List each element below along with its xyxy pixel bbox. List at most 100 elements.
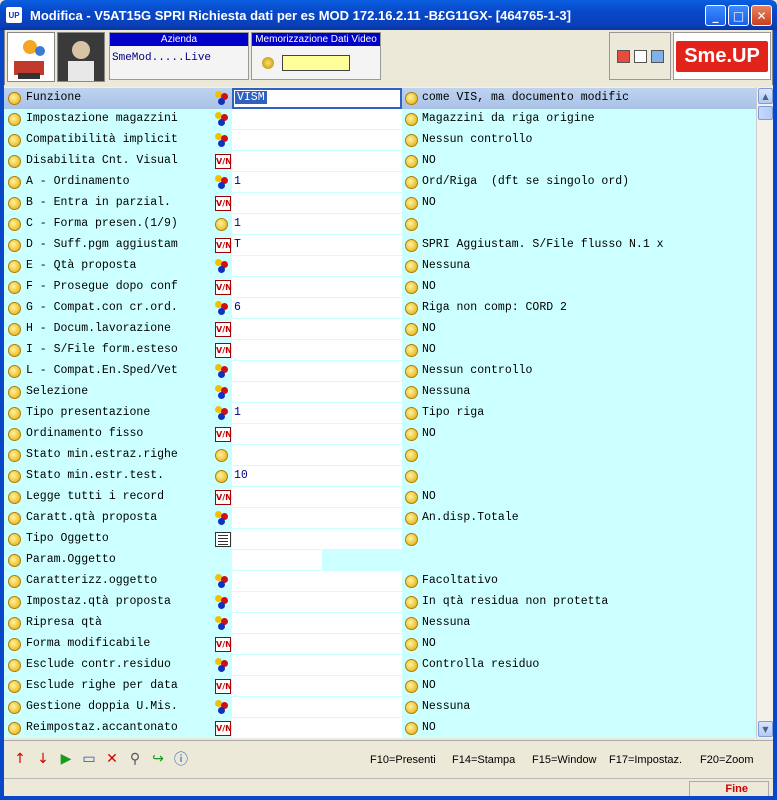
table-row[interactable]: Ordinamento fisso V/N NO xyxy=(4,424,756,445)
memorizzazione-field[interactable] xyxy=(282,55,350,71)
help-icon[interactable] xyxy=(405,470,418,483)
help-icon[interactable] xyxy=(8,323,21,336)
value-input[interactable] xyxy=(232,613,402,634)
table-row[interactable]: D - Suff.pgm aggiustam V/N T SPRI Aggiustam… xyxy=(4,235,756,256)
help-icon[interactable] xyxy=(405,722,418,735)
table-row[interactable]: Reimpostaz.accantonato V/N NO xyxy=(4,718,756,738)
help-icon[interactable] xyxy=(8,281,21,294)
help-icon[interactable] xyxy=(405,596,418,609)
help-icon[interactable] xyxy=(405,491,418,504)
table-row[interactable]: Tipo presentazione 1 Tipo riga xyxy=(4,403,756,424)
table-row[interactable]: H - Docum.lavorazione V/N NO xyxy=(4,319,756,340)
table-row[interactable]: E - Qtà proposta Nessuna xyxy=(4,256,756,277)
help-icon[interactable] xyxy=(8,617,21,630)
help-icon[interactable] xyxy=(405,428,418,441)
value-input[interactable] xyxy=(232,424,402,445)
value-input[interactable] xyxy=(232,550,322,571)
table-row[interactable]: L - Compat.En.Sped/Vet Nessun controllo xyxy=(4,361,756,382)
scroll-down-icon[interactable]: ▼ xyxy=(758,721,773,737)
value-input[interactable] xyxy=(232,529,402,550)
values-list-icon[interactable] xyxy=(215,385,231,400)
play-icon[interactable]: ▶ xyxy=(58,751,74,767)
values-list-icon[interactable] xyxy=(215,112,231,127)
help-icon[interactable] xyxy=(405,365,418,378)
table-row[interactable]: Esclude righe per data V/N NO xyxy=(4,676,756,697)
table-row[interactable]: Legge tutti i record V/N NO xyxy=(4,487,756,508)
values-list-icon[interactable] xyxy=(215,511,231,526)
value-input[interactable] xyxy=(232,298,402,319)
help-icon[interactable] xyxy=(405,386,418,399)
yes-no-icon[interactable]: V/N xyxy=(215,721,232,736)
help-icon[interactable] xyxy=(8,407,21,420)
table-row[interactable]: Funzione VISM come VIS, ma documento modif… xyxy=(4,88,756,109)
values-list-icon[interactable] xyxy=(215,301,231,316)
help-icon[interactable] xyxy=(8,722,21,735)
help-icon[interactable] xyxy=(215,218,228,231)
value-input[interactable] xyxy=(232,697,402,718)
value-input[interactable] xyxy=(232,361,402,382)
table-row[interactable]: Forma modificabile V/N NO xyxy=(4,634,756,655)
help-icon[interactable] xyxy=(215,470,228,483)
table-row[interactable]: F - Prosegue dopo conf V/N NO xyxy=(4,277,756,298)
value-input[interactable] xyxy=(232,676,402,697)
yes-no-icon[interactable]: V/N xyxy=(215,322,232,337)
help-icon[interactable] xyxy=(405,197,418,210)
help-icon[interactable] xyxy=(8,218,21,231)
fkey-f20[interactable]: F20=Zoom xyxy=(700,754,754,766)
value-input[interactable] xyxy=(232,445,402,466)
help-icon[interactable] xyxy=(405,323,418,336)
help-icon[interactable] xyxy=(8,638,21,651)
help-icon[interactable] xyxy=(8,701,21,714)
fkey-f10[interactable]: F10=Presenti xyxy=(370,754,436,766)
help-icon[interactable] xyxy=(8,680,21,693)
yes-no-icon[interactable]: V/N xyxy=(215,637,232,652)
help-icon[interactable] xyxy=(215,449,228,462)
table-row[interactable]: Esclude contr.residuo Controlla residuo xyxy=(4,655,756,676)
help-icon[interactable] xyxy=(405,113,418,126)
user-avatar[interactable] xyxy=(57,32,105,82)
scroll-thumb[interactable] xyxy=(758,106,773,120)
yes-no-icon[interactable]: V/N xyxy=(215,154,232,169)
help-icon[interactable] xyxy=(8,176,21,189)
yes-no-icon[interactable]: V/N xyxy=(215,343,232,358)
values-list-icon[interactable] xyxy=(215,658,231,673)
value-input[interactable] xyxy=(232,172,402,193)
table-row[interactable]: Impostazione magazzini Magazzini da riga … xyxy=(4,109,756,130)
value-input[interactable] xyxy=(232,235,402,256)
help-icon[interactable] xyxy=(405,260,418,273)
value-input[interactable] xyxy=(232,508,402,529)
help-icon[interactable] xyxy=(8,575,21,588)
help-icon[interactable] xyxy=(405,575,418,588)
help-icon[interactable] xyxy=(8,470,21,483)
help-icon[interactable] xyxy=(405,407,418,420)
value-input[interactable] xyxy=(232,571,402,592)
table-row[interactable]: Compatibilità implicit Nessun controllo xyxy=(4,130,756,151)
help-icon[interactable] xyxy=(405,92,418,105)
yes-no-icon[interactable]: V/N xyxy=(215,238,232,253)
table-icon[interactable] xyxy=(215,532,231,547)
table-row[interactable]: Gestione doppia U.Mis. Nessuna xyxy=(4,697,756,718)
values-list-icon[interactable] xyxy=(215,91,231,106)
value-input[interactable] xyxy=(232,109,402,130)
help-icon[interactable] xyxy=(405,155,418,168)
table-row[interactable]: Stato min.estraz.righe xyxy=(4,445,756,466)
yes-no-icon[interactable]: V/N xyxy=(215,679,232,694)
table-row[interactable]: Tipo Oggetto xyxy=(4,529,756,550)
value-input[interactable] xyxy=(232,130,402,151)
fkey-f17[interactable]: F17=Impostaz. xyxy=(609,754,682,766)
table-row[interactable]: G - Compat.con cr.ord. 6 Riga non comp: CO… xyxy=(4,298,756,319)
value-input[interactable] xyxy=(232,466,402,487)
help-icon[interactable] xyxy=(405,638,418,651)
help-icon[interactable] xyxy=(405,533,418,546)
help-icon[interactable] xyxy=(405,302,418,315)
help-icon[interactable] xyxy=(405,281,418,294)
search-icon[interactable]: ⚲ xyxy=(127,751,143,767)
value-input[interactable] xyxy=(232,487,402,508)
gear-icon[interactable] xyxy=(262,57,274,69)
help-icon[interactable] xyxy=(8,239,21,252)
value-input[interactable] xyxy=(232,256,402,277)
value-input[interactable] xyxy=(232,655,402,676)
help-icon[interactable] xyxy=(8,92,21,105)
values-list-icon[interactable] xyxy=(215,700,231,715)
info-icon[interactable]: ⓘ xyxy=(173,751,189,768)
